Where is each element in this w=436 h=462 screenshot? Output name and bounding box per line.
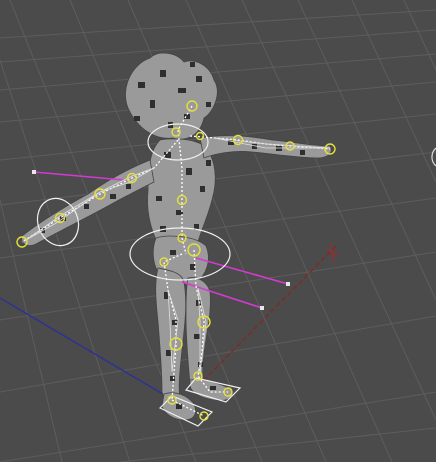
viewport-canvas[interactable] xyxy=(0,0,436,462)
viewport-edge-gizmo-icon xyxy=(431,147,436,167)
joint-foot-l-icon xyxy=(199,411,209,421)
3d-viewport[interactable] xyxy=(0,0,436,462)
x-axis-line xyxy=(199,245,337,385)
